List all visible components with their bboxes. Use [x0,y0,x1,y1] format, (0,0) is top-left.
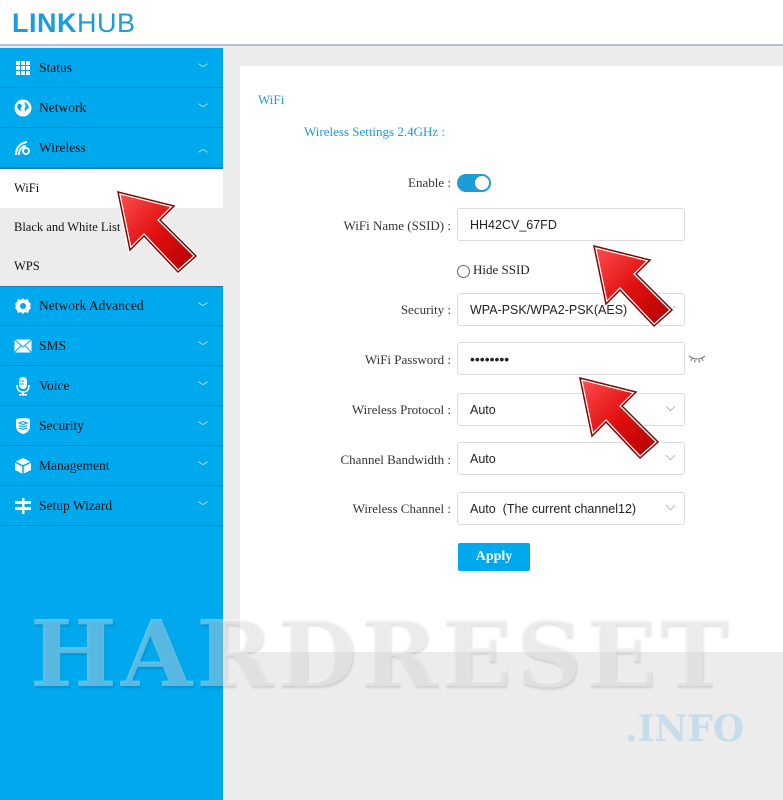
password-value: •••••••• [470,350,510,367]
sidebar-item-label: Setup Wizard [39,497,113,513]
eye-closed-icon[interactable] [688,354,706,364]
apply-button[interactable]: Apply [458,543,530,571]
globe-icon [13,98,33,118]
enable-label: Enable : [408,175,451,190]
sidebar: Status ﹀ Network ﹀ Wireless ︿ WiFi Black… [0,48,223,800]
bandwidth-label: Channel Bandwidth : [340,452,452,467]
sidebar-item-label: Network [39,99,87,115]
channel-value: Auto (The current channel12) [470,501,637,516]
ssid-input[interactable]: HH42CV_67FD [457,208,685,241]
sidebar-item-sms[interactable]: SMS ﹀ [0,326,223,366]
sidebar-item-network-advanced[interactable]: Network Advanced ﹀ [0,286,223,326]
sidebar-item-network[interactable]: Network ﹀ [0,88,223,128]
sidebar-item-management[interactable]: Management ﹀ [0,446,223,486]
protocol-label: Wireless Protocol : [351,402,451,417]
sidebar-item-label: Status [39,59,73,75]
bandwidth-select[interactable]: Auto [457,442,685,475]
sidebar-subitem-wifi[interactable]: WiFi [0,169,223,208]
sidebar-item-label: Management [39,457,110,473]
page-title: WiFi [258,92,285,107]
chevron-down-icon: ﹀ [198,64,208,75]
watermark-sub: .INFO [625,708,745,750]
protocol-select[interactable]: Auto [457,393,685,426]
sidebar-item-setup-wizard[interactable]: Setup Wizard ﹀ [0,486,223,526]
sidebar-item-voice[interactable]: Voice ﹀ [0,366,223,406]
chevron-down-icon [665,500,676,511]
toggle-knob [475,176,489,190]
envelope-icon [13,336,33,356]
cube-icon [13,456,33,476]
ssid-label: WiFi Name (SSID) : [343,218,451,233]
chevron-down-icon [665,301,676,312]
password-label: WiFi Password : [364,352,451,367]
chevron-down-icon [665,450,676,461]
ssid-value: HH42CV_67FD [470,217,557,232]
logo: LINKHUB [12,8,136,38]
shield-icon [13,416,33,436]
hide-ssid-label: Hide SSID [473,262,530,277]
channel-label: Wireless Channel : [352,501,451,516]
chevron-down-icon: ﹀ [198,302,208,314]
chevron-down-icon: ﹀ [198,462,208,473]
hide-ssid-radio[interactable] [457,265,470,278]
chevron-down-icon: ﹀ [198,422,208,433]
gear-icon [13,296,33,316]
sidebar-item-label: Wireless [39,139,86,155]
channel-select[interactable]: Auto (The current channel12) [457,492,685,525]
wireless-submenu: WiFi Black and White List WPS [0,168,223,286]
chevron-down-icon [665,401,676,412]
security-select[interactable]: WPA-PSK/WPA2-PSK(AES) [457,293,685,326]
wireless-icon [13,138,33,158]
sidebar-subitem-wps[interactable]: WPS [0,247,223,286]
bandwidth-value: Auto [470,451,496,466]
sidebar-item-label: Security [39,417,84,433]
sidebar-item-label: Voice [39,377,70,393]
sidebar-item-label: Network Advanced [39,298,144,313]
chevron-down-icon: ﹀ [198,342,208,353]
sidebar-subitem-black-white-list[interactable]: Black and White List [0,208,223,247]
security-label: Security : [400,302,451,317]
content-panel: WiFi Wireless Settings 2.4GHz : Enable :… [240,66,783,652]
section-subtitle: Wireless Settings 2.4GHz : [304,124,446,139]
sidebar-item-label: SMS [39,337,67,353]
sidebar-item-status[interactable]: Status ﹀ [0,48,223,88]
security-value: WPA-PSK/WPA2-PSK(AES) [470,302,628,317]
signpost-icon [13,496,33,516]
sidebar-item-security[interactable]: Security ﹀ [0,406,223,446]
sidebar-item-wireless[interactable]: Wireless ︿ [0,128,223,168]
enable-toggle[interactable] [457,174,491,192]
protocol-value: Auto [470,402,496,417]
chevron-up-icon: ︿ [198,144,208,155]
chevron-down-icon: ﹀ [198,502,208,513]
header: LINKHUB [0,0,783,46]
grid-icon [13,58,33,78]
chevron-down-icon: ﹀ [198,382,208,393]
chevron-down-icon: ﹀ [198,104,208,115]
microphone-icon [13,376,33,396]
password-input[interactable]: •••••••• [457,342,685,375]
